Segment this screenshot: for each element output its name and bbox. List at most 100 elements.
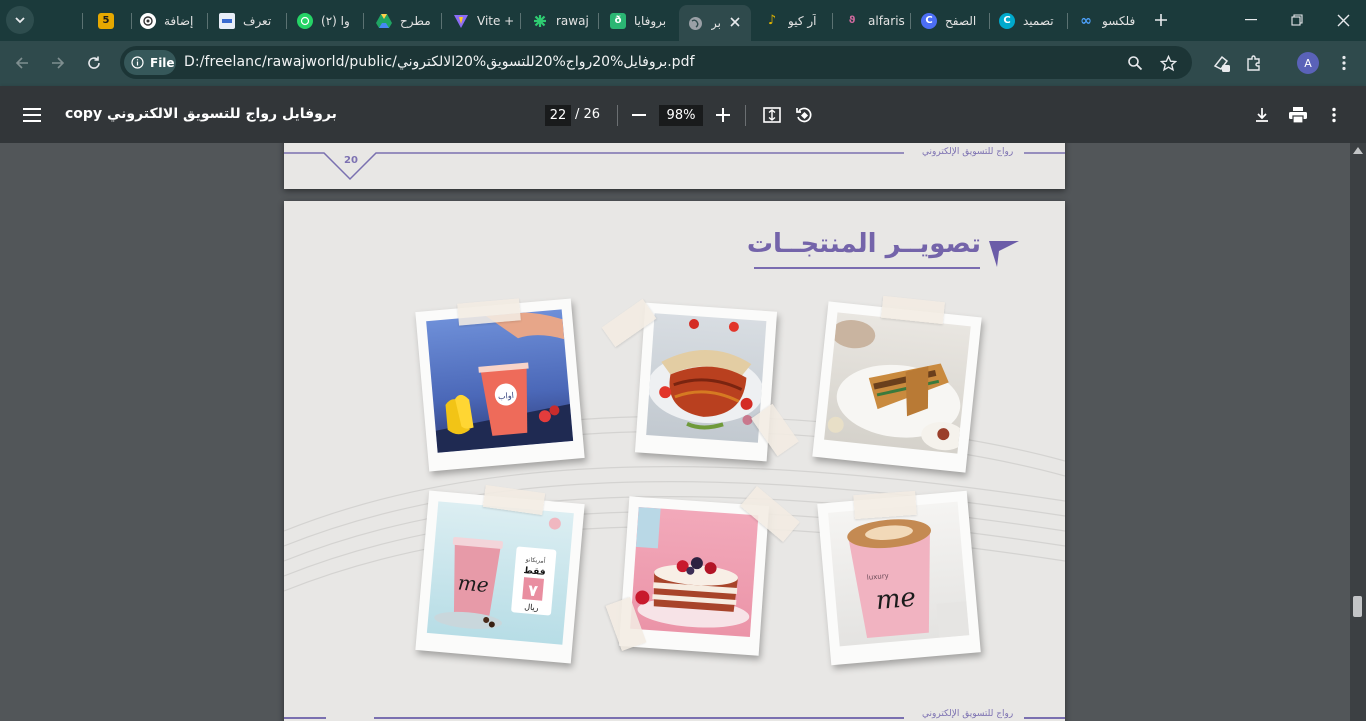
tab-search-button[interactable] (6, 6, 34, 34)
tab-12[interactable]: C الصفح (913, 6, 987, 35)
zoom-out-button[interactable] (627, 103, 651, 127)
zoom-in-button[interactable] (711, 103, 735, 127)
tab-title: بر (711, 16, 721, 30)
tab-separator (82, 13, 83, 29)
tab-favicon-icon: 5 (98, 12, 114, 29)
minimize-icon (1245, 19, 1257, 21)
tab-13[interactable]: C تصميد (991, 6, 1065, 35)
section-title: تصويــر المنتجــات (746, 229, 981, 259)
openai-icon (140, 12, 156, 29)
coffee-cup-promo-photo: me أمريكانو فقط ٧ ريال (415, 490, 585, 664)
close-icon (1337, 14, 1349, 26)
promo-only-text: فقط (523, 566, 546, 578)
document-title: copy بروفايل رواج للتسويق الالكتروني (65, 106, 337, 122)
tape-strip (853, 490, 917, 520)
arrow-right-icon (52, 57, 65, 69)
page-number-input[interactable]: 22 (545, 105, 571, 126)
browser-toolbar: File D:/freelanc/rawajworld/public/بروفا… (0, 41, 1366, 86)
tab-2[interactable]: إضافة (132, 6, 204, 35)
tab-10[interactable]: ♪ آر كيو (756, 6, 828, 35)
page-footer-text: رواج للتسويق الإلكتروني (922, 147, 1014, 157)
fit-to-page-icon (763, 107, 781, 123)
profile-avatar[interactable]: A (1297, 52, 1319, 74)
tab-3[interactable]: تعرف (211, 6, 283, 35)
browser-menu-button[interactable] (1330, 49, 1358, 77)
tab-title: Vite + (477, 13, 515, 28)
tab-separator (441, 13, 442, 29)
promo-currency-text: ريال (524, 602, 539, 612)
back-button[interactable] (8, 49, 36, 77)
pdf-toolbar: copy بروفايل رواج للتسويق الالكتروني 22 … (0, 86, 1366, 143)
tab-close-icon[interactable] (727, 14, 743, 30)
tab-title: alfaris (868, 13, 905, 28)
tab-separator (989, 13, 990, 29)
tab-title: تعرف (243, 13, 272, 28)
printer-icon (1289, 107, 1307, 123)
pdf-viewport[interactable]: 20 رواج للتسويق الإلكتروني تصويــر المنت… (0, 143, 1366, 721)
hamburger-icon (23, 108, 41, 122)
bookmark-button[interactable] (1158, 53, 1178, 73)
restore-button[interactable] (1274, 0, 1320, 40)
tab-8[interactable]: ð بروفايا (602, 6, 674, 35)
cup-logo-text: me (875, 583, 918, 616)
scroll-up-arrow-icon[interactable] (1353, 147, 1363, 154)
juice-cup-photo: اواب (415, 298, 585, 472)
address-bar[interactable]: File D:/freelanc/rawajworld/public/بروفا… (120, 46, 1192, 79)
tab-title: آر كيو (788, 13, 817, 28)
plus-icon (1155, 14, 1167, 26)
tab-separator (1067, 13, 1068, 29)
minimize-button[interactable] (1228, 0, 1274, 40)
minus-icon (632, 114, 646, 116)
more-actions-button[interactable] (1322, 103, 1346, 127)
download-button[interactable] (1250, 103, 1274, 127)
forward-button[interactable] (44, 49, 72, 77)
tab-title: فلكسو (1102, 13, 1136, 28)
cup-logo-text: me (457, 570, 490, 597)
close-window-button[interactable] (1320, 0, 1366, 40)
site-logo-icon: ϑ (848, 15, 856, 26)
kebab-menu-icon (1342, 55, 1346, 71)
print-button[interactable] (1286, 103, 1310, 127)
tab-9-active[interactable]: بر (679, 5, 751, 41)
site-info-chip[interactable]: File (124, 50, 176, 75)
toolbar-divider (745, 105, 746, 126)
clear-browsing-button[interactable] (1207, 49, 1235, 77)
asterisk-icon (532, 13, 548, 29)
tab-4[interactable]: (٢) وا (289, 6, 361, 35)
tab-strip: 5 إضافة تعرف (٢) وا مطرح Vite + rawaj ð … (0, 0, 1366, 41)
tab-5[interactable]: مطرح (368, 6, 440, 35)
footer-line (284, 717, 326, 719)
qr-logo-icon: ♪ (767, 13, 777, 28)
sidebar-toggle-button[interactable] (20, 103, 44, 127)
globe-icon (687, 15, 703, 31)
latte-cup-photo: me luxury (817, 490, 981, 666)
site-info-label: File (150, 55, 175, 70)
url-text[interactable]: D:/freelanc/rawajworld/public/بروفايل%20… (184, 54, 695, 70)
zoom-input[interactable]: 98% (659, 105, 703, 126)
tab-title: إضافة (164, 13, 194, 28)
footer-line (374, 717, 904, 719)
rotate-button[interactable] (792, 103, 816, 127)
tab-6[interactable]: Vite + (445, 6, 517, 35)
tab-title: مطرح (400, 13, 431, 28)
extensions-button[interactable] (1240, 49, 1268, 77)
tab-14[interactable]: ∞ فلكسو (1070, 6, 1142, 35)
tab-title: (٢) وا (321, 13, 350, 28)
new-tab-button[interactable] (1150, 9, 1172, 31)
grilled-skewers-photo (634, 302, 778, 462)
tab-11[interactable]: ϑ alfaris (836, 6, 908, 35)
tab-7[interactable]: rawaj (524, 6, 596, 35)
infinity-icon: ∞ (1080, 12, 1092, 29)
reload-button[interactable] (80, 49, 108, 77)
wraps-plate-photo (812, 301, 982, 473)
reload-icon (88, 56, 100, 69)
vite-icon (453, 13, 469, 29)
plus-icon (716, 108, 730, 122)
tab-1[interactable]: 5 (90, 6, 128, 35)
vertical-scrollbar[interactable] (1350, 143, 1366, 721)
fit-page-button[interactable] (760, 103, 784, 127)
scrollbar-thumb[interactable] (1353, 596, 1362, 617)
tab-separator (598, 13, 599, 29)
tab-separator (363, 13, 364, 29)
zoom-indicator-button[interactable] (1125, 53, 1145, 73)
